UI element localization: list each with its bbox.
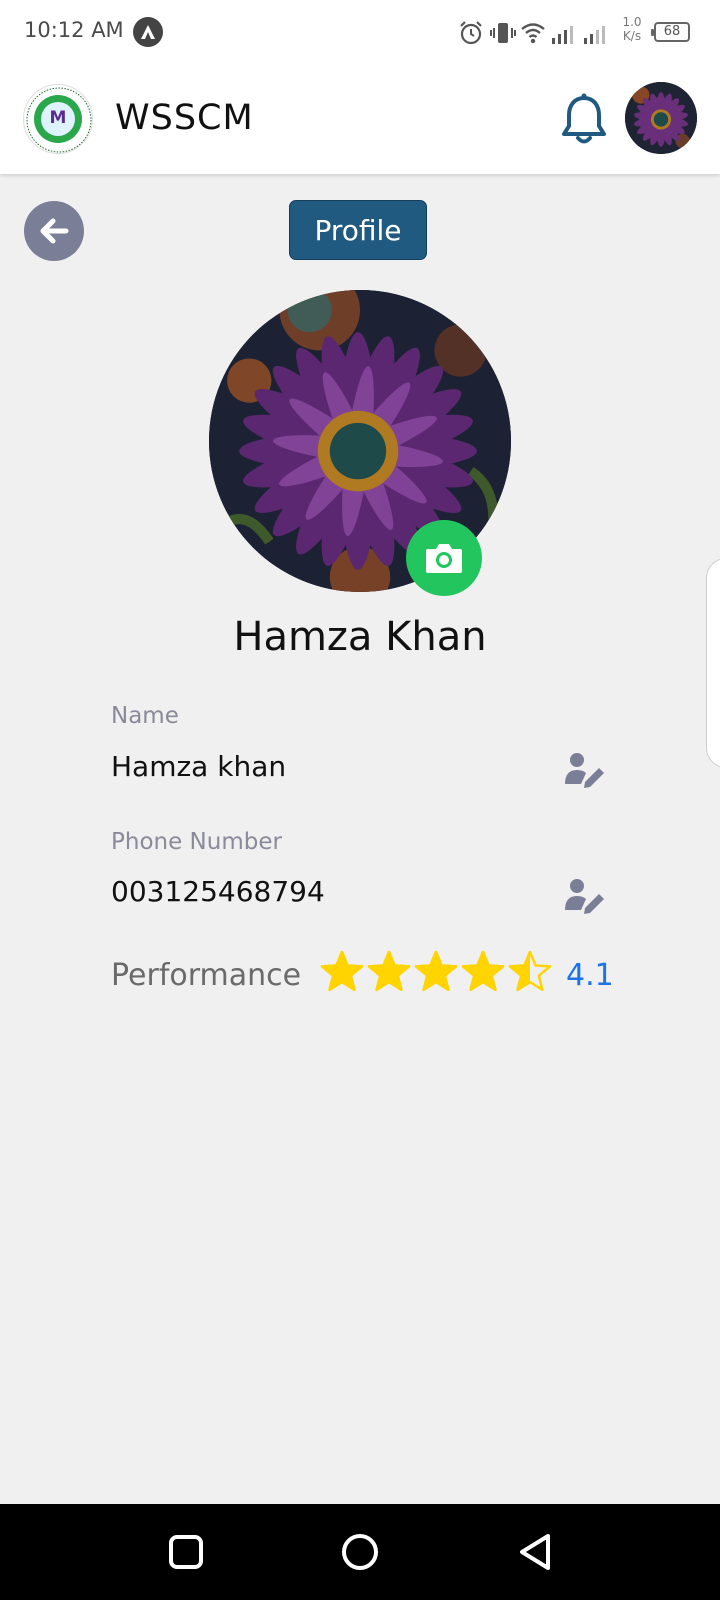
status-icons: 1.0 K/s 68 [458, 15, 698, 50]
star-icon [461, 950, 505, 992]
recent-apps-button[interactable] [168, 1534, 204, 1570]
vibrate-icon [490, 23, 516, 43]
signal-icon-2 [584, 26, 605, 44]
status-time: 10:12 AM [24, 18, 124, 42]
performance-rating-value: 4.1 [566, 958, 614, 993]
system-navigation-bar [0, 1504, 720, 1600]
phone-label: Phone Number [111, 829, 282, 855]
company-logo[interactable]: M [23, 84, 93, 154]
logo-emblem: M [34, 95, 82, 143]
network-speed-unit: K/s [622, 29, 642, 43]
back-button[interactable] [24, 201, 84, 261]
side-drawer-handle[interactable] [706, 558, 720, 768]
edit-name-icon[interactable] [563, 750, 607, 788]
network-speed: 1.0 K/s [618, 15, 646, 43]
home-button[interactable] [340, 1532, 380, 1572]
alarm-icon [460, 21, 482, 45]
signal-icon-1 [552, 26, 573, 44]
app-notification-icon [133, 17, 163, 47]
star-icon [367, 950, 411, 992]
star-icon [414, 950, 458, 992]
camera-icon [426, 544, 462, 573]
name-label: Name [111, 703, 179, 729]
flower-avatar-image [625, 82, 697, 154]
battery-indicator: 68 [651, 22, 690, 42]
wifi-icon [521, 23, 545, 44]
star-icon [320, 950, 364, 992]
logo-letter: M [49, 108, 67, 128]
notification-bell-icon[interactable] [560, 92, 608, 148]
phone-value: 003125468794 [111, 875, 325, 908]
back-nav-button[interactable] [516, 1532, 554, 1572]
profile-display-name: Hamza Khan [233, 614, 487, 660]
arrow-left-icon [40, 218, 69, 244]
star-icon [508, 950, 552, 992]
change-photo-button[interactable] [406, 520, 482, 596]
status-bar: 10:12 AM 1.0 K/s 68 [0, 0, 720, 66]
app-header: M WSSCM [0, 66, 720, 174]
app-title: WSSCM [115, 98, 254, 138]
performance-label: Performance [111, 958, 302, 993]
edit-phone-icon[interactable] [563, 876, 607, 914]
profile-title-button[interactable]: Profile [289, 200, 427, 260]
performance-stars [320, 950, 560, 1000]
network-speed-value: 1.0 [622, 15, 642, 29]
header-avatar[interactable] [625, 82, 697, 154]
name-value: Hamza khan [111, 750, 287, 783]
